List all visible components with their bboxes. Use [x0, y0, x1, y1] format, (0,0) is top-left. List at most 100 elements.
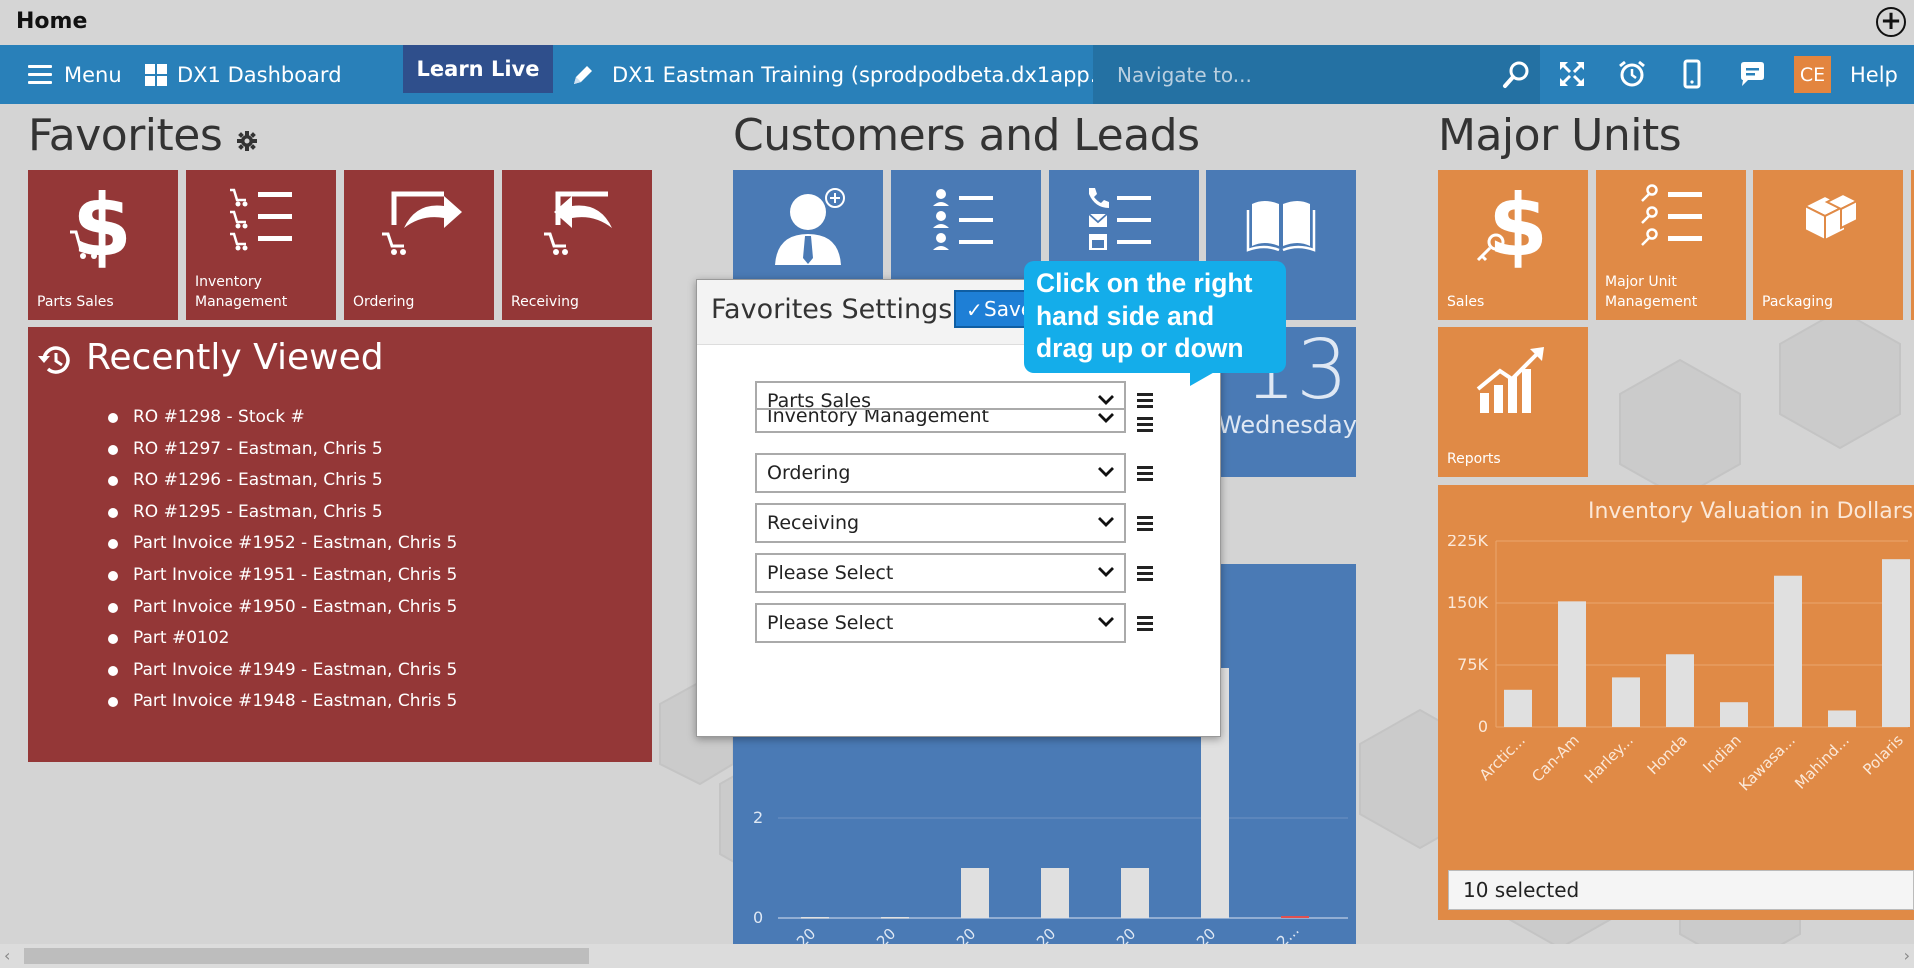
search-input[interactable]: Navigate to... [1117, 63, 1252, 87]
training-site-label: DX1 Eastman Training (sprodpodbeta.dx1ap… [612, 62, 1150, 87]
drag-handle-icon[interactable] [1137, 566, 1155, 582]
select-value: Ordering [767, 462, 851, 484]
favorite-tile-receiving[interactable]: Receiving [502, 170, 652, 320]
people-list-icon [933, 189, 993, 250]
dialog-title: Favorites Settings [711, 294, 953, 325]
chart-y-tick: 0 [753, 908, 763, 927]
scroll-left-icon[interactable]: ‹ [4, 946, 10, 965]
chart-x-label: Honda [1644, 731, 1691, 778]
recent-list: RO #1298 - Stock # RO #1297 - Eastman, C… [108, 402, 457, 718]
chart-bar [1281, 916, 1309, 918]
recent-item[interactable]: Part #0102 [108, 623, 457, 655]
cart-list-icon [230, 188, 292, 251]
chevron-down-icon [1098, 517, 1114, 527]
favorite-select-3[interactable]: Ordering [755, 453, 1126, 493]
favorite-select-6[interactable]: Please Select [755, 603, 1126, 643]
gear-icon[interactable] [236, 130, 258, 152]
tile-label: Sales [1447, 294, 1485, 310]
ordering-arrow-icon [382, 191, 462, 255]
chart-x-label: Indian [1699, 731, 1744, 776]
favorite-select-2[interactable]: Inventory Management [755, 408, 1126, 433]
pencil-icon [574, 65, 592, 84]
inventory-bar-chart: 225K 150K 75K 0Arctic... Can-AmHarley... Hond… [1447, 535, 1910, 794]
major-units-tile-reports[interactable]: Reports [1438, 327, 1588, 477]
callout-line: drag up or down [1036, 333, 1244, 363]
chart-bar [1720, 702, 1748, 727]
recent-item[interactable]: RO #1296 - Eastman, Chris 5 [108, 465, 457, 497]
scrollbar-thumb[interactable] [24, 948, 589, 964]
makes-multiselect[interactable]: 10 selected [1448, 870, 1914, 910]
tile-label: Major Unit Management [1605, 274, 1698, 310]
select-value: Receiving [767, 512, 860, 534]
chat-icon[interactable] [1737, 59, 1767, 89]
drag-handle-icon[interactable] [1137, 616, 1155, 632]
drag-handle-icon[interactable] [1137, 393, 1155, 409]
search-icon[interactable] [1500, 59, 1532, 91]
favorite-select-4[interactable]: Receiving [755, 503, 1126, 543]
recent-item[interactable]: Part Invoice #1950 - Eastman, Chris 5 [108, 592, 457, 624]
dashboard-grid-icon [145, 63, 167, 86]
chart-bar [1041, 868, 1069, 918]
favorite-tile-parts-sales[interactable]: $ Parts Sales [28, 170, 178, 320]
chart-bar [801, 917, 829, 919]
horizontal-scrollbar[interactable]: ‹ › [0, 944, 1914, 968]
dollar-cart-icon: $ [70, 176, 132, 276]
tile-label: Packaging [1762, 294, 1834, 310]
hamburger-icon [28, 64, 52, 85]
recent-item[interactable]: RO #1297 - Eastman, Chris 5 [108, 434, 457, 466]
major-units-tile-sales[interactable]: $ Sales [1438, 170, 1588, 320]
help-link[interactable]: Help [1850, 45, 1898, 104]
key-list-icon [1641, 184, 1702, 246]
dashboard-button[interactable]: DX1 Dashboard [145, 45, 342, 104]
drag-handle-icon[interactable] [1137, 516, 1155, 532]
menu-button[interactable]: Menu [28, 45, 122, 104]
mobile-icon[interactable] [1677, 59, 1707, 89]
tile-label: Reports [1447, 451, 1501, 467]
chart-title: Inventory Valuation in Dollars [1588, 499, 1914, 524]
learn-live-button[interactable]: Learn Live [403, 45, 553, 93]
chart-x-label: Polaris [1859, 731, 1907, 779]
fullscreen-icon[interactable] [1557, 59, 1587, 89]
chart-bar [961, 868, 989, 918]
tile-label: Receiving [511, 294, 579, 310]
alarm-clock-icon[interactable] [1617, 59, 1647, 89]
customers-heading: Customers and Leads [733, 110, 1200, 161]
tile-label: Ordering [353, 294, 415, 310]
user-avatar[interactable]: CE [1794, 56, 1831, 93]
history-icon [38, 346, 70, 374]
chevron-down-icon [1098, 567, 1114, 577]
chart-bar [1612, 677, 1640, 727]
navigate-search[interactable]: Navigate to... [1093, 45, 1540, 104]
favorite-tile-inventory-management[interactable]: Inventory Management [186, 170, 336, 320]
title-bar: Home + [0, 0, 1914, 45]
add-icon[interactable]: + [1876, 7, 1906, 37]
svg-text:$: $ [1488, 176, 1548, 276]
recently-viewed-panel: Recently Viewed RO #1298 - Stock # RO #1… [28, 327, 652, 762]
scroll-right-icon[interactable]: › [1904, 946, 1910, 965]
drag-handle-icon[interactable] [1137, 466, 1155, 482]
growth-chart-icon [1476, 347, 1544, 413]
chart-y-tick: 75K [1457, 655, 1488, 674]
drag-handle-icon[interactable] [1137, 417, 1155, 433]
chart-y-tick: 0 [1478, 717, 1488, 736]
favorite-tile-ordering[interactable]: Ordering [344, 170, 494, 320]
recent-item[interactable]: Part Invoice #1952 - Eastman, Chris 5 [108, 528, 457, 560]
major-units-tile-management[interactable]: Major Unit Management [1596, 170, 1746, 320]
recent-item[interactable]: Part Invoice #1949 - Eastman, Chris 5 [108, 655, 457, 687]
chart-bar [1774, 575, 1802, 727]
tile-label: Inventory Management [195, 274, 288, 310]
tile-label: Parts Sales [37, 294, 114, 310]
check-icon: ✓ [966, 298, 983, 322]
training-site-link[interactable]: DX1 Eastman Training (sprodpodbeta.dx1ap… [570, 45, 1149, 104]
major-units-tile-packaging[interactable]: Packaging [1753, 170, 1903, 320]
recent-item[interactable]: RO #1295 - Eastman, Chris 5 [108, 497, 457, 529]
recent-item[interactable]: Part Invoice #1951 - Eastman, Chris 5 [108, 560, 457, 592]
favorites-heading: Favorites [28, 110, 258, 161]
chart-y-tick: 2 [753, 808, 763, 827]
chart-bar [1666, 654, 1694, 727]
recent-item[interactable]: Part Invoice #1948 - Eastman, Chris 5 [108, 686, 457, 718]
recent-item[interactable]: RO #1298 - Stock # [108, 402, 457, 434]
chart-bar [1121, 868, 1149, 918]
favorite-select-5[interactable]: Please Select [755, 553, 1126, 593]
favorites-title: Favorites [28, 110, 223, 161]
